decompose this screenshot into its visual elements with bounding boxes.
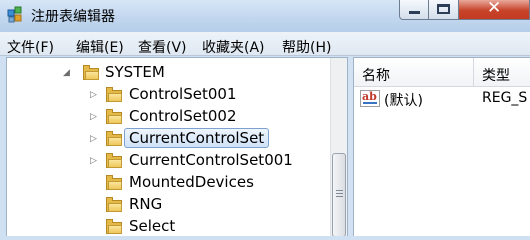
folder-icon [106,219,122,234]
menu-favorites[interactable]: 收藏夹(A) [202,37,265,57]
folder-icon [106,153,122,168]
folder-icon [106,197,122,212]
maximize-button[interactable] [429,0,459,20]
menu-view[interactable]: 查看(V) [138,37,187,57]
tree-node-currentcontrolset001[interactable]: ▷ CurrentControlSet001 [7,150,337,172]
folder-icon [106,175,122,190]
expand-arrow-icon[interactable]: ▷ [90,156,100,166]
value-name: (默认) [384,93,423,109]
menu-help[interactable]: 帮助(H) [282,37,331,57]
expand-arrow-icon[interactable]: ▷ [90,90,100,100]
list-header: 名称 类型 [354,58,530,87]
tree-node-label: SYSTEM [105,63,165,81]
tree-node-select[interactable]: Select [7,216,337,236]
tree-node-mounteddevices[interactable]: MountedDevices [7,172,337,194]
folder-icon [106,131,122,146]
window-title: 注册表编辑器 [31,9,115,25]
grip-line [336,190,343,191]
minimize-button[interactable] [399,0,429,20]
tree-node-currentcontrolset[interactable]: ▷ CurrentControlSet [7,128,337,150]
tree-node-label: ControlSet001 [129,85,237,103]
folder-icon [83,65,99,80]
grip-line [336,193,343,194]
registry-key-tree: ◢ SYSTEM ▷ ControlSet001 ▷ ControlSet002… [6,57,348,236]
column-header-name[interactable]: 名称 [362,65,390,85]
registry-values-list: 名称 类型 ab (默认) REG_S [353,57,530,236]
menu-file[interactable]: 文件(F) [7,37,54,57]
collapse-arrow-icon[interactable]: ◢ [63,68,73,78]
value-type: REG_S [482,90,528,106]
tree-node-label: RNG [129,195,163,213]
tree-node-label: Select [129,217,176,235]
folder-icon [106,109,122,124]
close-button[interactable]: ✕ [459,0,530,20]
selected-tree-node-label: CurrentControlSet [124,128,270,148]
tree-scrollbar[interactable] [330,58,347,236]
tree-node-system[interactable]: ◢ SYSTEM [7,62,337,84]
menu-edit[interactable]: 编辑(E) [76,37,124,57]
column-header-type[interactable]: 类型 [482,65,510,85]
tree-node-controlset002[interactable]: ▷ ControlSet002 [7,106,337,128]
column-divider[interactable] [473,58,474,86]
folder-icon [106,87,122,102]
expand-arrow-icon[interactable]: ▷ [90,134,100,144]
title-bar: 注册表编辑器 ✕ [0,0,530,32]
list-item[interactable]: ab (默认) REG_S [354,88,530,110]
maximize-icon [437,4,450,14]
grip-line [336,196,343,197]
scrollbar-thumb[interactable] [332,153,346,236]
tree-node-label: MountedDevices [129,173,254,191]
minimize-icon [409,11,420,14]
regedit-app-icon [7,6,22,23]
menu-bar: 文件(F) 编辑(E) 查看(V) 收藏夹(A) 帮助(H) [0,32,530,56]
tree-node-label: ControlSet002 [129,107,237,125]
tree-node-controlset001[interactable]: ▷ ControlSet001 [7,84,337,106]
string-value-icon: ab [360,90,380,107]
close-icon: ✕ [487,0,502,18]
expand-arrow-icon[interactable]: ▷ [90,112,100,122]
tree-node-label: CurrentControlSet001 [129,151,293,169]
tree-node-rng[interactable]: RNG [7,194,337,216]
